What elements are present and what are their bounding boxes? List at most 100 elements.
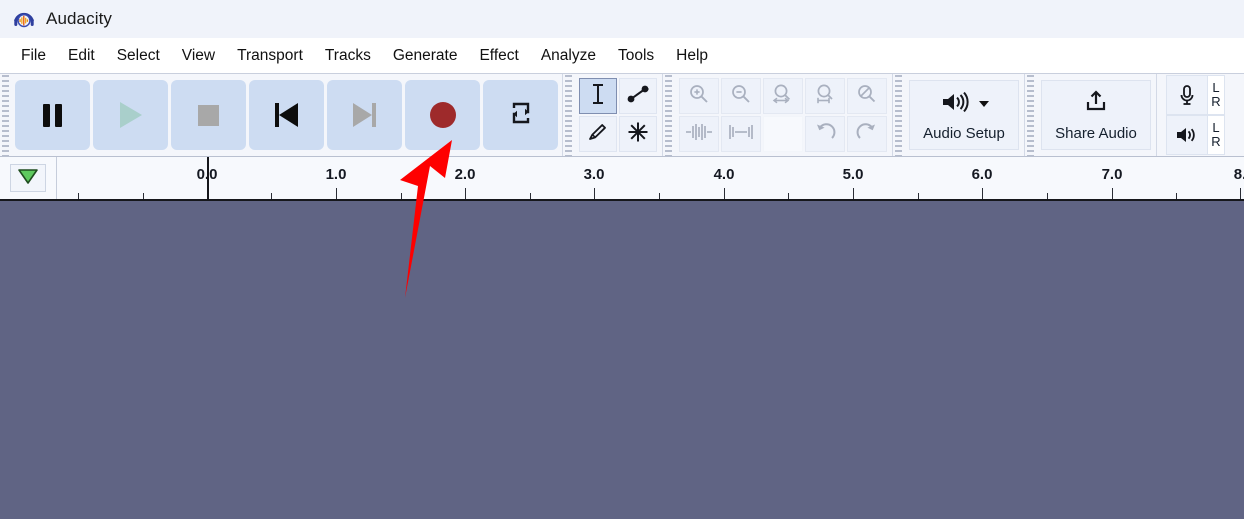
recording-channel-left: L <box>1212 79 1220 95</box>
fit-selection-icon <box>771 83 795 110</box>
audio-setup-toolbar: Audio Setup <box>893 74 1025 156</box>
ruler-tick-label: 8. <box>1233 166 1244 183</box>
share-audio-label: Share Audio <box>1055 124 1137 142</box>
loop-icon <box>506 99 536 132</box>
ruler-tick-label: 1.0 <box>325 166 347 183</box>
menu-item-view[interactable]: View <box>171 43 226 69</box>
edit-toolbar-grip[interactable] <box>663 74 674 156</box>
ruler-minor-tick <box>271 193 272 199</box>
menu-item-edit[interactable]: Edit <box>57 43 106 69</box>
zoom-out-icon <box>730 83 752 110</box>
playback-meter-channels: L R <box>1208 115 1225 155</box>
transport-toolbar-grip[interactable] <box>0 74 11 156</box>
fit-selection-button[interactable] <box>763 78 803 114</box>
ruler-major-tick <box>1240 188 1241 199</box>
speaker-icon[interactable] <box>1166 115 1208 155</box>
ruler-major-tick <box>594 188 595 199</box>
ruler-tick-label: 2.0 <box>454 166 476 183</box>
ruler-minor-tick <box>401 193 402 199</box>
trim-audio-button[interactable] <box>679 116 719 152</box>
fit-project-button[interactable] <box>805 78 845 114</box>
fit-project-icon <box>813 83 837 110</box>
menu-item-help[interactable]: Help <box>665 43 719 69</box>
zoom-toggle-button[interactable] <box>847 78 887 114</box>
draw-tool-button[interactable] <box>579 116 617 152</box>
edit-toolbar <box>663 74 893 156</box>
zoom-in-icon <box>688 83 710 110</box>
track-panel-empty-area[interactable] <box>0 201 1244 519</box>
menu-item-transport[interactable]: Transport <box>226 43 314 69</box>
ruler-tick-label: 5.0 <box>842 166 864 183</box>
ruler-tick-label: 4.0 <box>713 166 735 183</box>
ruler-tick-label: 6.0 <box>971 166 993 183</box>
ruler-major-tick <box>724 188 725 199</box>
ruler-minor-tick <box>788 193 789 199</box>
pinned-play-head-cell <box>0 157 57 199</box>
menu-item-tracks[interactable]: Tracks <box>314 43 382 69</box>
playhead-line[interactable] <box>207 157 209 199</box>
skip-to-start-icon <box>275 103 298 127</box>
playback-meter[interactable]: L R <box>1166 115 1225 155</box>
recording-meter[interactable]: L R <box>1166 75 1225 115</box>
ruler-major-tick <box>853 188 854 199</box>
zoom-in-button[interactable] <box>679 78 719 114</box>
recording-meter-channels: L R <box>1208 75 1225 115</box>
ruler-minor-tick <box>918 193 919 199</box>
menu-item-effect[interactable]: Effect <box>468 43 529 69</box>
redo-button[interactable] <box>847 116 887 152</box>
timeline-ruler-strip: 0.01.02.03.04.05.06.07.08. <box>0 157 1244 201</box>
pencil-icon <box>586 121 610 148</box>
redo-icon <box>855 121 879 148</box>
ruler-major-tick <box>336 188 337 199</box>
skip-to-end-icon <box>353 103 376 127</box>
play-icon <box>119 102 142 128</box>
ruler-major-tick <box>982 188 983 199</box>
timeline-ruler[interactable]: 0.01.02.03.04.05.06.07.08. <box>57 157 1244 199</box>
tools-toolbar-grip[interactable] <box>563 74 574 156</box>
chevron-down-icon <box>978 101 989 107</box>
ruler-minor-tick <box>78 193 79 199</box>
pinned-play-head-button[interactable] <box>10 164 46 192</box>
record-icon <box>429 102 456 128</box>
transport-toolbar <box>0 74 563 156</box>
record-button[interactable] <box>405 80 480 150</box>
audio-setup-toolbar-grip[interactable] <box>893 74 904 156</box>
share-audio-button[interactable]: Share Audio <box>1041 80 1151 150</box>
silence-audio-button[interactable] <box>721 116 761 152</box>
undo-button[interactable] <box>805 116 845 152</box>
multi-tool-button[interactable] <box>619 116 657 152</box>
stop-button[interactable] <box>171 80 246 150</box>
microphone-icon[interactable] <box>1166 75 1208 115</box>
audio-setup-button[interactable]: Audio Setup <box>909 80 1019 150</box>
ruler-minor-tick <box>1176 193 1177 199</box>
pause-icon <box>43 103 62 127</box>
menu-item-file[interactable]: File <box>10 43 57 69</box>
loop-button[interactable] <box>483 80 558 150</box>
skip-to-end-button[interactable] <box>327 80 402 150</box>
selection-tool-button[interactable] <box>579 78 617 114</box>
audio-setup-label: Audio Setup <box>923 124 1005 142</box>
share-audio-toolbar-grip[interactable] <box>1025 74 1036 156</box>
menu-item-generate[interactable]: Generate <box>382 43 469 69</box>
audacity-window: Audacity File Edit Select View Transport… <box>0 0 1244 519</box>
ruler-tick-label: 3.0 <box>583 166 605 183</box>
menu-item-tools[interactable]: Tools <box>607 43 665 69</box>
ruler-major-tick <box>465 188 466 199</box>
zoom-out-button[interactable] <box>721 78 761 114</box>
envelope-tool-button[interactable] <box>619 78 657 114</box>
menu-item-select[interactable]: Select <box>106 43 171 69</box>
play-button[interactable] <box>93 80 168 150</box>
skip-to-start-button[interactable] <box>249 80 324 150</box>
playback-channel-left: L <box>1212 119 1220 135</box>
menu-item-analyze[interactable]: Analyze <box>530 43 607 69</box>
zoom-toggle-icon <box>855 83 879 110</box>
speaker-icon <box>940 89 972 120</box>
ruler-major-tick <box>1112 188 1113 199</box>
ruler-minor-tick <box>659 193 660 199</box>
envelope-icon <box>626 83 650 110</box>
window-title: Audacity <box>46 9 113 28</box>
meter-toolbars: L R L R <box>1157 74 1225 156</box>
i-beam-icon <box>588 82 608 111</box>
trim-audio-icon <box>684 122 714 147</box>
pause-button[interactable] <box>15 80 90 150</box>
